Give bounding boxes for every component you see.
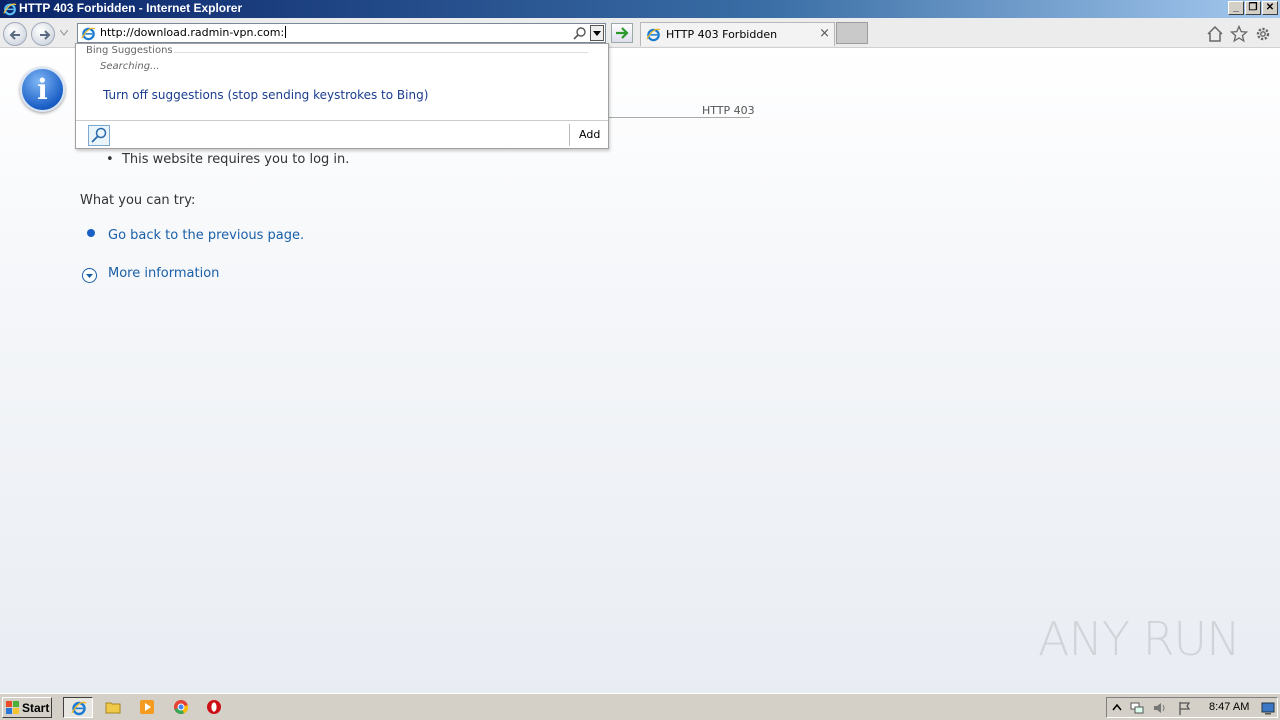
tab-label: HTTP 403 Forbidden bbox=[666, 28, 778, 41]
start-button[interactable]: Start bbox=[2, 697, 52, 718]
tab-ie-icon bbox=[646, 28, 661, 42]
suggestions-footer: Add bbox=[76, 120, 608, 148]
window-title: HTTP 403 Forbidden - Internet Explorer bbox=[19, 1, 243, 15]
show-hidden-icons-chevron-icon[interactable] bbox=[1109, 700, 1125, 716]
favorites-star-icon[interactable] bbox=[1230, 25, 1248, 43]
tab-http-403[interactable]: HTTP 403 Forbidden × bbox=[640, 22, 835, 46]
title-bar: HTTP 403 Forbidden - Internet Explorer _… bbox=[0, 0, 1280, 18]
taskbar-chrome-button[interactable] bbox=[166, 697, 196, 718]
go-arrow-icon bbox=[616, 27, 629, 39]
taskbar-explorer-button[interactable] bbox=[98, 697, 128, 718]
taskbar-media-player-button[interactable] bbox=[132, 697, 162, 718]
info-icon: i bbox=[20, 67, 65, 112]
system-tray: 8:47 AM bbox=[1106, 697, 1278, 718]
taskbar-opera-button[interactable] bbox=[199, 697, 229, 718]
divider bbox=[608, 117, 750, 118]
turn-off-suggestions-link[interactable]: Turn off suggestions (stop sending keyst… bbox=[103, 88, 428, 102]
searching-status: Searching... bbox=[100, 61, 160, 72]
network-icon[interactable] bbox=[1129, 700, 1145, 716]
suggestions-header: Bing Suggestions bbox=[86, 45, 173, 56]
chevron-down-icon bbox=[593, 31, 601, 36]
recent-pages-chevron-icon[interactable] bbox=[60, 30, 68, 36]
start-label: Start bbox=[22, 701, 50, 715]
forward-arrow-icon bbox=[40, 30, 51, 40]
ie-logo-icon bbox=[71, 701, 87, 716]
anyrun-watermark: ANY RUN bbox=[1038, 612, 1241, 666]
suggestions-dropdown: Bing Suggestions Searching... Turn off s… bbox=[75, 43, 609, 149]
taskbar-ie-button[interactable] bbox=[63, 697, 93, 718]
close-tab-icon[interactable]: × bbox=[819, 26, 830, 41]
more-information-link[interactable]: More information bbox=[108, 266, 219, 281]
http-code-label: HTTP 403 bbox=[702, 104, 755, 117]
restore-button[interactable]: ❐ bbox=[1245, 1, 1261, 15]
address-input[interactable]: http://download.radmin-vpn.com: bbox=[100, 26, 287, 39]
expand-chevron-icon[interactable] bbox=[82, 268, 97, 283]
volume-icon[interactable] bbox=[1152, 700, 1168, 716]
new-tab-button[interactable] bbox=[836, 22, 868, 44]
minimize-button[interactable]: _ bbox=[1228, 1, 1244, 15]
gear-icon[interactable] bbox=[1254, 25, 1272, 43]
home-icon[interactable] bbox=[1206, 25, 1224, 43]
forward-button[interactable] bbox=[31, 22, 55, 46]
address-dropdown-button[interactable] bbox=[590, 25, 604, 41]
close-window-button[interactable]: ✕ bbox=[1262, 1, 1278, 15]
opera-icon bbox=[207, 700, 221, 714]
back-button[interactable] bbox=[3, 22, 27, 46]
reason-list-item: • This website requires you to log in. bbox=[106, 152, 350, 167]
address-bar[interactable]: http://download.radmin-vpn.com: bbox=[77, 23, 606, 43]
ie-logo-icon bbox=[3, 3, 17, 16]
try-heading: What you can try: bbox=[80, 193, 196, 208]
folder-icon bbox=[105, 702, 121, 714]
search-icon[interactable] bbox=[573, 26, 587, 40]
footer-separator bbox=[569, 124, 570, 146]
taskbar-clock[interactable]: 8:47 AM bbox=[1209, 701, 1249, 713]
add-provider-button[interactable]: Add bbox=[579, 128, 600, 141]
chrome-icon bbox=[174, 700, 189, 714]
bullet-dot-icon bbox=[87, 229, 95, 237]
media-player-icon bbox=[140, 700, 154, 714]
go-back-link[interactable]: Go back to the previous page. bbox=[108, 228, 304, 243]
show-desktop-icon[interactable] bbox=[1260, 700, 1276, 716]
header-divider bbox=[174, 52, 588, 53]
action-center-flag-icon[interactable] bbox=[1177, 700, 1193, 716]
bing-search-provider-icon[interactable] bbox=[88, 125, 110, 146]
back-arrow-icon bbox=[9, 30, 20, 40]
text-caret bbox=[285, 26, 287, 38]
page-ie-icon bbox=[81, 27, 96, 41]
go-button[interactable] bbox=[611, 23, 633, 43]
taskbar: Start 8:47 AM bbox=[0, 693, 1280, 720]
windows-logo-icon bbox=[6, 701, 19, 714]
